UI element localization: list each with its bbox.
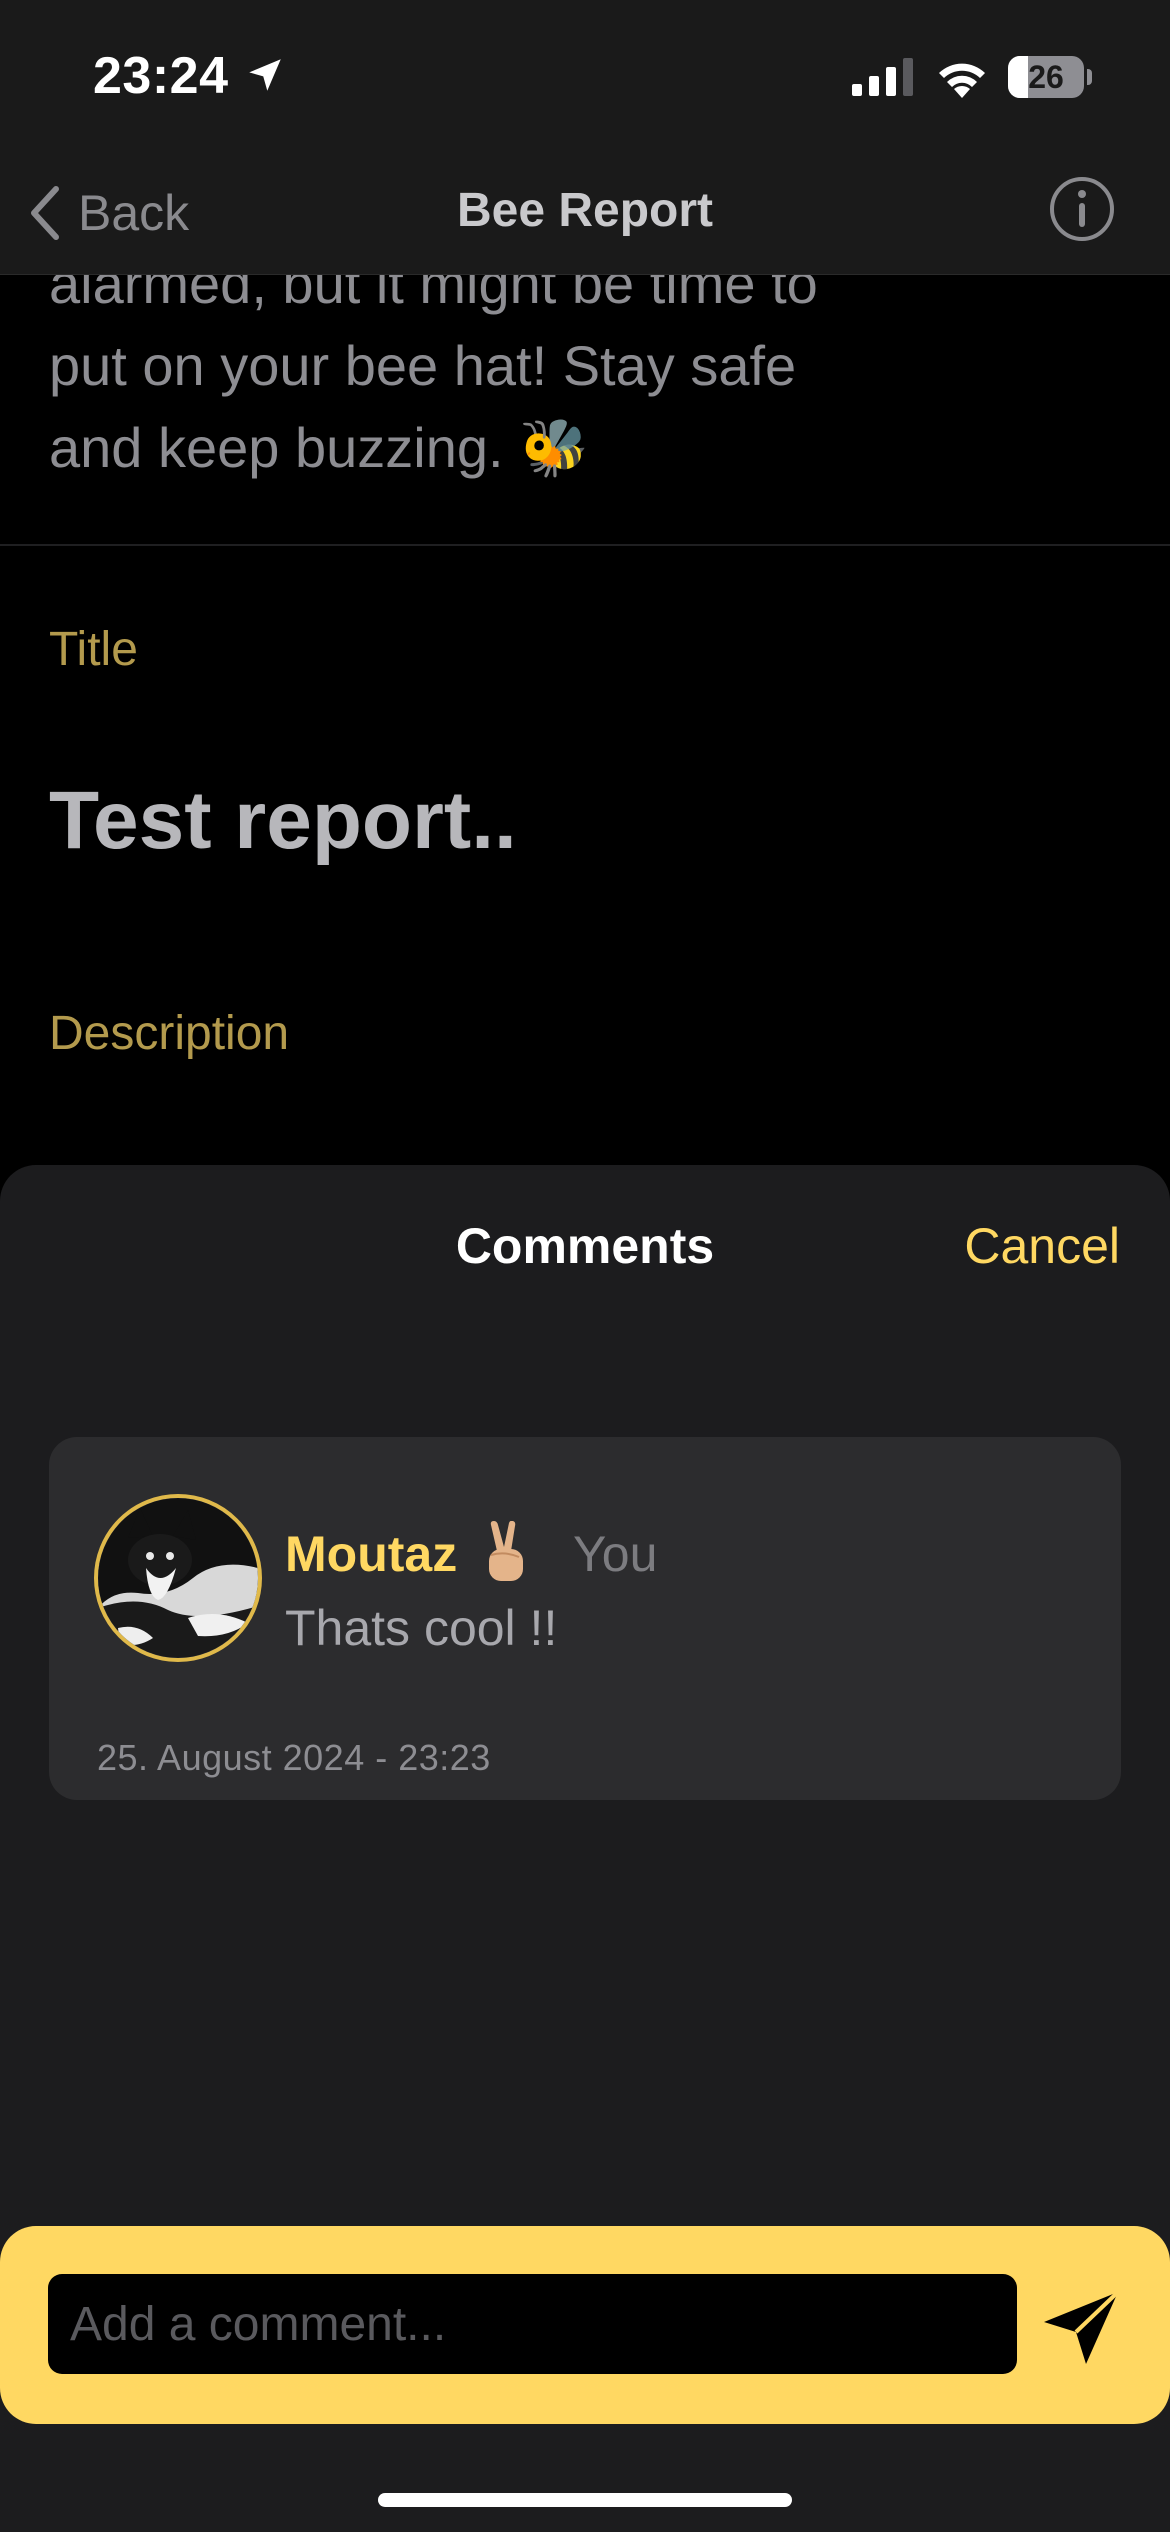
comment-author: Moutaz [285,1526,458,1582]
comment-input[interactable] [48,2274,1017,2374]
navigation-bar: Back Bee Report [0,155,1170,275]
back-button[interactable]: Back [24,173,189,253]
body-line: and keep buzzing. 🐝 [49,416,589,479]
location-arrow-icon [249,59,281,91]
back-label: Back [78,185,190,241]
status-time: 23:24 [93,47,229,105]
section-divider [0,544,1170,546]
cancel-button[interactable]: Cancel [964,1217,1120,1275]
victory-hand-emoji [489,1521,523,1581]
page-title: Bee Report [456,184,714,237]
body-line: put on your bee hat! Stay safe [49,334,797,397]
comment-text: Thats cool !! [285,1600,558,1656]
comment-composer [0,2226,1170,2424]
cellular-signal-icon [852,58,913,96]
chevron-left-icon [31,186,59,240]
avatar[interactable] [94,1494,262,1662]
wifi-icon [939,63,985,98]
sheet-title: Comments [455,1218,715,1274]
comment-card: Moutaz You Thats cool !! 25. August 2024… [49,1437,1121,1800]
title-label: Title [49,623,138,676]
comment-date: 25. August 2024 - 23:23 [97,1737,491,1778]
body-line: alarmed, but it might be time to [49,275,818,315]
description-label: Description [49,1007,290,1060]
report-body-text: alarmed, but it might be time to put on … [49,275,929,489]
info-circle-icon[interactable] [1048,175,1116,243]
report-title-value: Test report.. [49,775,517,866]
battery-indicator: 26 [1008,56,1092,98]
status-bar: 23:24 26 [0,0,1170,155]
cat-photo-icon [98,1498,258,1658]
home-indicator[interactable] [378,2493,792,2507]
battery-level: 26 [1028,59,1064,95]
you-label: You [573,1526,658,1582]
report-content: alarmed, but it might be time to put on … [0,275,1170,1165]
paper-plane-send-icon[interactable] [1040,2286,1124,2370]
